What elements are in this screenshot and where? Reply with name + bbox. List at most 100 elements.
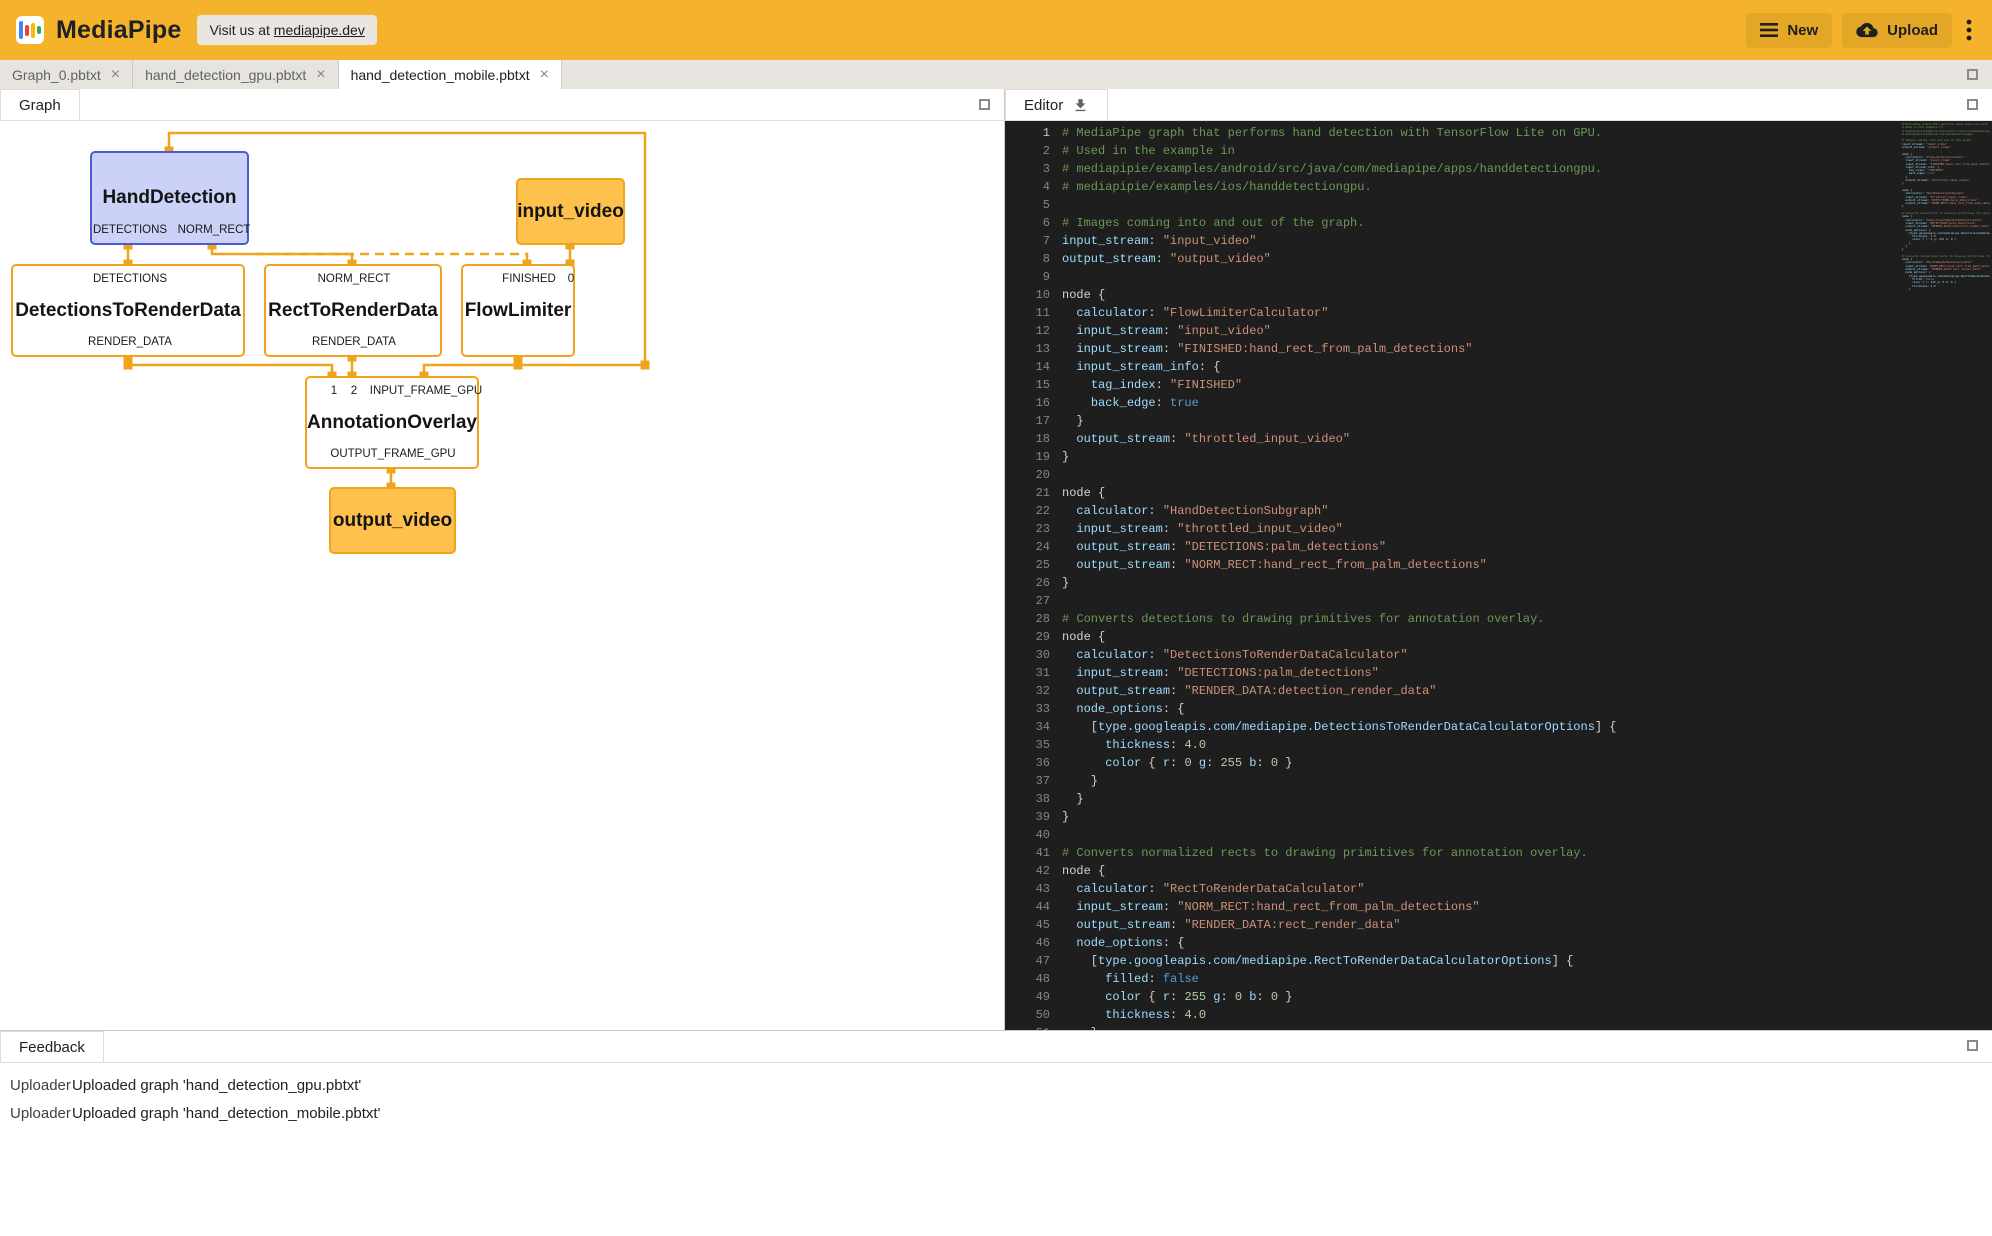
code-line: 39}	[1005, 808, 1992, 826]
code-token	[1062, 1008, 1105, 1022]
editor-popout-button[interactable]	[1967, 99, 1978, 110]
close-tab-icon[interactable]: ×	[316, 67, 325, 83]
mediapipe-logo-icon	[16, 16, 44, 44]
line-number: 45	[1005, 916, 1050, 934]
code-token: r	[1163, 990, 1170, 1004]
code-line: 4# mediapipie/examples/ios/handdetection…	[1005, 178, 1992, 196]
node-title: input_video	[517, 201, 624, 223]
feedback-message: Uploaded graph 'hand_detection_mobile.pb…	[72, 1105, 380, 1122]
node-FlowLimiter[interactable]: FlowLimiterFINISHED0	[461, 264, 575, 357]
code-token: "throttled_input_video"	[1177, 522, 1343, 536]
code-token: output_stream	[1076, 918, 1170, 932]
code-token: # MediaPipe graph that performs hand det…	[1062, 126, 1602, 140]
node-HandDetection[interactable]: HandDetectionDETECTIONSNORM_RECT	[90, 151, 249, 245]
code-token: }	[1062, 792, 1084, 806]
feedback-message: Uploaded graph 'hand_detection_gpu.pbtxt…	[72, 1077, 361, 1094]
line-number: 26	[1005, 574, 1050, 592]
tabbar-popout-button[interactable]	[1967, 69, 1978, 80]
feedback-source: Uploader	[10, 1077, 72, 1094]
upload-button[interactable]: Upload	[1842, 13, 1952, 48]
code-token	[1062, 882, 1076, 896]
more-menu-button[interactable]	[1962, 17, 1976, 43]
code-token: }	[1902, 247, 1904, 251]
code-token: 255	[1184, 990, 1206, 1004]
node-output_video[interactable]: output_video	[329, 487, 456, 554]
code-token: }	[1278, 756, 1292, 770]
code-line: 27	[1005, 592, 1992, 610]
code-token: :	[1170, 1008, 1184, 1022]
code-line: 37 }	[1005, 772, 1992, 790]
port-label: RENDER_DATA	[312, 336, 396, 348]
code-line: 29node {	[1005, 628, 1992, 646]
line-number: 24	[1005, 538, 1050, 556]
code-token: filled	[1105, 972, 1148, 986]
code-editor[interactable]: 1# MediaPipe graph that performs hand de…	[1005, 121, 1992, 1030]
document-tab-label: Graph_0.pbtxt	[12, 67, 101, 83]
code-line: 16 back_edge: true	[1005, 394, 1992, 412]
node-title: DetectionsToRenderData	[15, 300, 241, 322]
code-token: "HandDetectionSubgraph"	[1163, 504, 1329, 518]
code-line: 49 color { r: 255 g: 0 b: 0 }	[1005, 988, 1992, 1006]
feedback-tab-label: Feedback	[19, 1039, 85, 1056]
code-token: node {	[1062, 630, 1105, 644]
node-input_video[interactable]: input_video	[516, 178, 625, 245]
graph-popout-button[interactable]	[979, 99, 990, 110]
code-token: :	[1170, 918, 1184, 932]
code-token: :	[1220, 990, 1234, 1004]
code-token: }	[1062, 810, 1069, 824]
node-AnnotationOverlay[interactable]: AnnotationOverlay12INPUT_FRAME_GPUOUTPUT…	[305, 376, 479, 469]
line-number: 20	[1005, 466, 1050, 484]
editor-minimap[interactable]: # MediaPipe graph that performs hand det…	[1902, 123, 1990, 291]
code-line: 34 [type.googleapis.com/mediapipe.Detect…	[1005, 718, 1992, 736]
editor-tab[interactable]: Editor	[1005, 89, 1108, 120]
code-line: 50 thickness: 4.0	[1005, 1006, 1992, 1024]
port-label: NORM_RECT	[178, 224, 251, 236]
document-tab[interactable]: hand_detection_mobile.pbtxt×	[339, 60, 562, 89]
code-token: "RENDER_DATA:detection_render_data"	[1184, 684, 1436, 698]
download-icon[interactable]	[1072, 97, 1089, 114]
node-DetectionsToRenderData[interactable]: DetectionsToRenderDataDETECTIONSRENDER_D…	[11, 264, 245, 357]
document-tab-bar: Graph_0.pbtxt×hand_detection_gpu.pbtxt×h…	[0, 60, 1992, 89]
line-number: 4	[1005, 178, 1050, 196]
upload-button-label: Upload	[1887, 22, 1938, 39]
close-tab-icon[interactable]: ×	[111, 67, 120, 83]
document-tab[interactable]: Graph_0.pbtxt ×	[0, 60, 133, 89]
line-number: 38	[1005, 790, 1050, 808]
line-number: 22	[1005, 502, 1050, 520]
code-line: 2# Used in the example in	[1005, 142, 1992, 160]
new-button[interactable]: New	[1746, 13, 1832, 48]
code-token: "RectToRenderDataCalculator"	[1163, 882, 1365, 896]
code-text: }	[1062, 576, 1069, 590]
code-token: true	[1170, 396, 1199, 410]
code-text: calculator: "DetectionsToRenderDataCalcu…	[1062, 648, 1408, 662]
code-text: [type.googleapis.com/mediapipe.Detection…	[1062, 720, 1617, 734]
code-text: }	[1062, 450, 1069, 464]
close-tab-icon[interactable]: ×	[540, 67, 549, 83]
code-token: :	[1148, 882, 1162, 896]
code-line: 32 output_stream: "RENDER_DATA:detection…	[1005, 682, 1992, 700]
feedback-tab[interactable]: Feedback	[0, 1031, 104, 1062]
code-line: 20	[1005, 466, 1992, 484]
code-token	[1062, 504, 1076, 518]
code-token: output_stream	[1905, 178, 1927, 182]
node-RectToRenderData[interactable]: RectToRenderDataNORM_RECTRENDER_DATA	[264, 264, 442, 357]
code-line: 10node {	[1005, 286, 1992, 304]
graph-canvas[interactable]: HandDetectionDETECTIONSNORM_RECT input_vi…	[0, 121, 1004, 1030]
code-token	[1062, 342, 1076, 356]
graph-panel: Graph HandDetectionDETECTIONSNORM_RECTin…	[0, 89, 1004, 1030]
code-token: :	[1206, 756, 1220, 770]
code-line: 38 }	[1005, 790, 1992, 808]
document-tab[interactable]: hand_detection_gpu.pbtxt×	[133, 60, 338, 89]
code-token: "NORM_RECT:hand_rect_from_palm_detection…	[1931, 201, 1990, 205]
code-token: ] {	[1595, 720, 1617, 734]
line-number: 3	[1005, 160, 1050, 178]
code-token: thickness	[1105, 1008, 1170, 1022]
code-token: }	[1062, 1026, 1098, 1030]
code-line: 15 tag_index: "FINISHED"	[1005, 376, 1992, 394]
port-label: NORM_RECT	[318, 273, 391, 285]
feedback-popout-button[interactable]	[1967, 1040, 1978, 1051]
mediapipe-dev-link[interactable]: mediapipe.dev	[274, 22, 365, 38]
code-token: color	[1105, 990, 1141, 1004]
code-token	[1062, 540, 1076, 554]
graph-tab[interactable]: Graph	[0, 89, 80, 120]
